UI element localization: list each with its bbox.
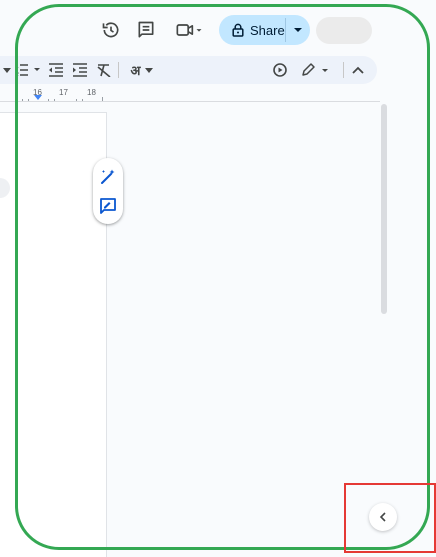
toolbar-divider (343, 62, 344, 78)
editing-mode-icon (302, 63, 328, 76)
svg-text:1: 1 (16, 64, 19, 70)
vertical-scrollbar[interactable] (381, 104, 387, 314)
add-comment-button[interactable] (96, 194, 120, 218)
input-tools-icon: अ (130, 64, 141, 79)
show-side-panel-button[interactable] (369, 503, 397, 531)
numbered-list-icon: 12 (16, 64, 40, 78)
share-button-group: Share (219, 15, 310, 45)
share-button[interactable]: Share (219, 15, 285, 45)
ruler-number: 17 (59, 88, 68, 97)
docs-app: Share 12 अ 16 17 18 (0, 0, 436, 557)
increase-indent-icon (73, 63, 87, 77)
caret-down-icon (3, 67, 11, 73)
version-history-icon[interactable] (99, 18, 123, 42)
horizontal-ruler[interactable]: 16 17 18 (0, 88, 108, 102)
share-options-button[interactable] (286, 15, 310, 45)
svg-text:2: 2 (16, 72, 19, 78)
editing-mode-button[interactable] (300, 60, 332, 80)
meet-button[interactable] (172, 18, 206, 42)
ruler-baseline (0, 101, 380, 102)
help-me-write-button[interactable] (96, 165, 120, 189)
chevron-down-icon (294, 28, 302, 32)
indent-marker[interactable] (34, 95, 42, 100)
decrease-indent-icon (49, 63, 63, 77)
chevron-left-icon (379, 512, 386, 522)
floating-action-menu (93, 158, 123, 224)
lock-icon (232, 23, 244, 37)
magic-pencil-icon (101, 169, 115, 184)
add-comment-icon (100, 198, 116, 214)
input-tools-button[interactable]: अ (122, 60, 162, 80)
docs-header: Share (0, 0, 436, 52)
share-label: Share (250, 22, 285, 38)
document-page[interactable] (0, 112, 107, 557)
increase-indent-button[interactable] (70, 60, 90, 80)
comments-icon[interactable] (134, 18, 158, 42)
decrease-indent-button[interactable] (46, 60, 66, 80)
numbered-list-button[interactable]: 12 (16, 60, 44, 80)
voice-typing-icon (273, 63, 287, 77)
meet-icon (176, 24, 202, 36)
collapse-menus-button[interactable] (348, 60, 368, 80)
caret-down-icon (145, 67, 154, 73)
ruler-number: 18 (87, 88, 96, 97)
chevron-up-icon (352, 66, 364, 74)
clear-formatting-button[interactable] (94, 60, 114, 80)
clear-formatting-icon (97, 64, 111, 77)
toolbar-divider (118, 62, 119, 78)
toolbar-dropdown-caret[interactable] (0, 60, 14, 80)
formatting-toolbar: 12 अ (0, 56, 377, 84)
voice-typing-button[interactable] (270, 60, 290, 80)
account-avatar[interactable] (316, 17, 372, 44)
